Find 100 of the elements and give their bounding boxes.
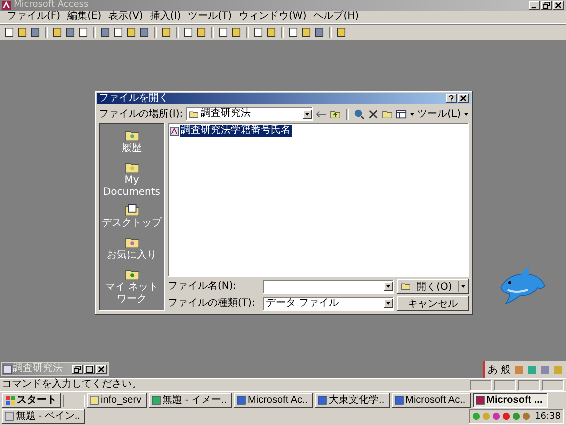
toolbar-icon[interactable] (17, 27, 28, 38)
toolbar-icon[interactable] (100, 27, 111, 38)
close-button[interactable] (458, 94, 469, 103)
windows-flag-icon (6, 396, 15, 405)
toolbar-icon[interactable] (139, 27, 150, 38)
toolbar-icon[interactable] (314, 27, 325, 38)
close-button[interactable] (553, 1, 564, 10)
menu-item[interactable]: 挿入(I) (150, 11, 182, 23)
taskbar-button[interactable]: info_serv (87, 393, 147, 408)
tools-menu[interactable]: ツール(L) (418, 108, 461, 120)
ime-mode-button[interactable]: 般 (501, 362, 511, 376)
delete-icon[interactable] (368, 108, 379, 120)
taskbar-button[interactable]: 無題 - ペイン.. (2, 409, 86, 424)
toolbar-icon[interactable] (126, 27, 137, 38)
start-button[interactable]: スタート (2, 393, 61, 408)
up-folder-icon[interactable] (330, 108, 341, 120)
toolbar-icon[interactable] (65, 27, 76, 38)
toolbar-icon[interactable] (288, 27, 299, 38)
folder-icon (189, 110, 200, 118)
toolbar-icon[interactable] (253, 27, 264, 38)
toolbar-icon[interactable] (161, 27, 172, 38)
open-button[interactable]: 開く(O) (397, 279, 469, 294)
app-icon (237, 396, 246, 405)
places-bar-item[interactable]: My Documents (101, 160, 163, 199)
taskbar-button[interactable]: 無題 - イメー.. (148, 393, 232, 408)
app-icon (476, 396, 485, 405)
back-arrow-icon[interactable] (316, 108, 327, 120)
status-panel (470, 380, 492, 390)
window-title: Microsoft Access (14, 0, 90, 11)
file-name-label: ファイル名(N): (168, 280, 238, 293)
question-mark-icon (448, 95, 455, 102)
app-icon (5, 412, 14, 421)
new-folder-icon[interactable] (382, 108, 393, 120)
look-in-label: ファイルの場所(I): (99, 108, 184, 120)
dropdown-arrow-icon[interactable] (464, 112, 469, 116)
menu-item[interactable]: ファイル(F) (7, 11, 61, 23)
taskbar-button[interactable]: Microsoft ... (472, 393, 548, 408)
close-icon (98, 366, 105, 372)
toolbar-icon[interactable] (78, 27, 89, 38)
restore-button[interactable] (72, 364, 83, 374)
status-panel (542, 380, 564, 390)
toolbar-icon[interactable] (336, 27, 347, 38)
file-type-dropdown[interactable]: データ ファイル (263, 296, 394, 310)
help-button[interactable] (446, 94, 457, 103)
minimized-window-title: 調査研究法 (13, 363, 63, 375)
places-bar-item[interactable]: デスクトップ (102, 203, 162, 230)
restore-button[interactable] (541, 1, 552, 10)
restore-icon (74, 366, 81, 372)
file-type-label: ファイルの種類(T): (168, 297, 256, 310)
taskbar-button[interactable]: Microsoft Ac.. (234, 393, 314, 408)
open-folder-icon (401, 282, 411, 291)
dialog-title: ファイルを開く (99, 93, 169, 104)
toolbar-icon[interactable] (113, 27, 124, 38)
places-bar-item[interactable]: 履歴 (122, 128, 142, 156)
app-icon (394, 396, 404, 405)
app-icon (318, 396, 328, 405)
file-name-field[interactable] (263, 280, 394, 294)
minimize-button[interactable] (529, 1, 540, 10)
menu-item[interactable]: 編集(E) (68, 11, 102, 23)
look-in-dropdown[interactable]: 調査研究法 (186, 107, 313, 121)
dolphin-drawing (498, 266, 548, 306)
app-icon (90, 396, 99, 405)
status-text: コマンドを入力してください。 (2, 379, 143, 391)
database-file-icon (170, 126, 179, 136)
database-file-icon (3, 364, 12, 374)
menu-item[interactable]: 表示(V) (108, 11, 144, 23)
toolbar-icon[interactable] (231, 27, 242, 38)
toolbar-icon[interactable] (52, 27, 63, 38)
dropdown-arrow-icon[interactable] (458, 281, 468, 292)
toolbar-icon[interactable] (266, 27, 277, 38)
folder-icon (124, 203, 140, 218)
toolbar-icon[interactable] (30, 27, 41, 38)
dropdown-arrow-icon[interactable] (410, 112, 415, 116)
toolbar-icon[interactable] (196, 27, 207, 38)
toolbar-icon[interactable] (183, 27, 194, 38)
cancel-button[interactable]: キャンセル (397, 296, 469, 311)
views-icon[interactable] (396, 108, 407, 120)
clock: 16:38 (535, 412, 561, 422)
status-panel (518, 380, 540, 390)
maximize-icon (86, 366, 93, 372)
app-icon (152, 396, 161, 405)
close-icon (555, 2, 562, 9)
close-button[interactable] (96, 364, 107, 374)
places-bar-item[interactable]: マイ ネットワーク (101, 266, 163, 306)
taskbar-button[interactable]: 大東文化学.. (315, 393, 390, 408)
close-icon (460, 95, 467, 102)
status-panel (494, 380, 516, 390)
menu-item[interactable]: ヘルプ(H) (314, 11, 360, 23)
toolbar-icon[interactable] (218, 27, 229, 38)
dropdown-arrow-icon (384, 299, 393, 308)
toolbar-icon[interactable] (301, 27, 312, 38)
dropdown-arrow-icon (384, 282, 393, 291)
dropdown-arrow-icon (302, 110, 312, 118)
places-bar-item[interactable]: お気に入り (107, 235, 157, 262)
taskbar-button[interactable]: Microsoft Ac.. (392, 393, 471, 408)
menu-item[interactable]: ウィンドウ(W) (239, 11, 307, 23)
ime-mode-button[interactable]: あ (488, 362, 498, 376)
maximize-button[interactable] (84, 364, 95, 374)
menu-item[interactable]: ツール(T) (188, 11, 232, 23)
toolbar-icon[interactable] (4, 27, 15, 38)
